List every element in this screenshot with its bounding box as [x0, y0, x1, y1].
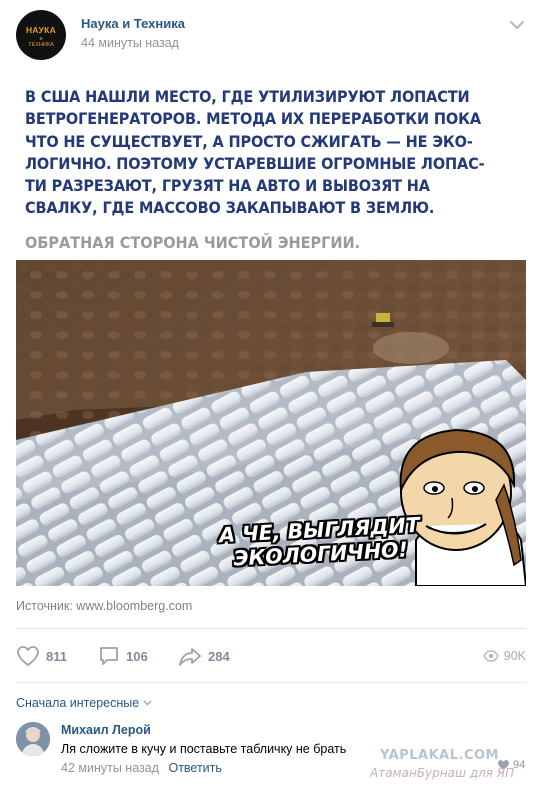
meme-face-illustration — [399, 428, 526, 586]
comment-like-count: 94 — [513, 759, 526, 771]
post-subheadline: ОБРАТНАЯ СТОРОНА ЧИСТОЙ ЭНЕРГИИ. — [25, 234, 361, 252]
post-headline: В США НАШЛИ МЕСТО, ГДЕ УТИЛИЗИРУЮТ ЛОПАС… — [25, 88, 485, 218]
comment-meta: 42 минуты назад Ответить — [61, 761, 222, 775]
eye-icon — [482, 650, 499, 662]
like-count: 811 — [46, 648, 67, 664]
heart-icon — [17, 646, 39, 666]
site-watermark: YAPLAKAL.COM — [380, 748, 499, 763]
comment-text: Ля сложите в кучу и поставьте табличку н… — [61, 742, 347, 756]
comment-count: 106 — [126, 648, 148, 664]
share-icon — [179, 648, 201, 666]
divider — [16, 628, 526, 629]
comment-author-link[interactable]: Михаил Лерой — [61, 723, 151, 737]
comment-author-avatar[interactable] — [16, 722, 50, 756]
post-header: НАУКА и ТЕХНИКА Наука и Техника 44 минуты… — [0, 0, 542, 72]
group-name-link[interactable]: Наука и Техника — [81, 16, 185, 31]
chevron-down-icon[interactable] — [508, 16, 526, 34]
group-avatar[interactable]: НАУКА и ТЕХНИКА — [16, 10, 66, 60]
comment-timestamp[interactable]: 42 минуты назад — [61, 761, 159, 775]
post-timestamp[interactable]: 44 минуты назад — [81, 36, 179, 50]
views-counter: 90K — [482, 643, 526, 669]
avatar-logo-sub: и ТЕХНИКА — [28, 36, 54, 48]
post-actions: 811 106 284 90K — [16, 643, 526, 669]
views-count: 90K — [503, 649, 526, 663]
divider — [16, 682, 526, 683]
reply-button[interactable]: Ответить — [168, 761, 221, 775]
user-watermark: АтаманБурнаш для ЯП — [370, 766, 515, 780]
sort-label: Сначала интересные — [16, 696, 140, 710]
comment-button[interactable]: 106 — [98, 643, 148, 669]
avatar-logo-text: НАУКА — [25, 25, 57, 35]
chevron-down-icon — [143, 700, 152, 706]
comments-sort-dropdown[interactable]: Сначала интересные — [16, 696, 152, 710]
user-photo — [16, 722, 50, 756]
post-source: Источник: www.bloomberg.com — [16, 599, 193, 613]
share-count: 284 — [208, 648, 230, 664]
share-button[interactable]: 284 — [178, 643, 230, 669]
like-button[interactable]: 811 — [16, 643, 67, 669]
comment-icon — [100, 647, 118, 665]
